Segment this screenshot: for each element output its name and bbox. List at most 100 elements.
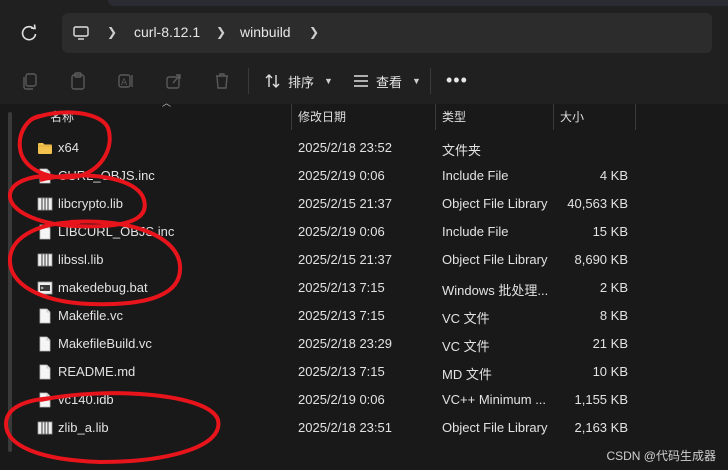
- breadcrumb-winbuild[interactable]: winbuild: [240, 24, 291, 40]
- file-type: Include File: [442, 168, 509, 183]
- file-row[interactable]: x64 2025/2/18 23:52 文件夹: [18, 134, 630, 162]
- file-date: 2025/2/13 7:15: [298, 280, 385, 295]
- column-size[interactable]: 大小: [554, 104, 636, 130]
- toolbar-divider: [248, 68, 249, 94]
- address-bar[interactable]: ❯ curl-8.12.1 ❯ winbuild ❯: [62, 13, 712, 53]
- copy-icon[interactable]: [20, 71, 40, 91]
- file-date: 2025/2/19 0:06: [298, 392, 385, 407]
- library-icon: [37, 196, 53, 212]
- file-name: LIBCURL_OBJS.inc: [58, 224, 175, 239]
- file-name: libssl.lib: [58, 252, 104, 267]
- file-date: 2025/2/18 23:51: [298, 420, 392, 435]
- chevron-right-icon[interactable]: ❯: [216, 25, 226, 39]
- file-date: 2025/2/15 21:37: [298, 252, 392, 267]
- file-type: VC 文件: [442, 339, 490, 354]
- watermark: CSDN @代码生成器: [606, 449, 716, 463]
- folder-icon: [37, 140, 53, 156]
- file-row[interactable]: zlib_a.lib 2025/2/18 23:51 Object File Lib…: [18, 414, 630, 442]
- file-date: 2025/2/13 7:15: [298, 308, 385, 323]
- file-type: Object File Library: [442, 252, 548, 267]
- column-name[interactable]: 名称: [44, 104, 292, 130]
- file-icon: [37, 364, 53, 380]
- this-pc-icon[interactable]: [72, 24, 90, 42]
- rename-icon[interactable]: A: [116, 71, 136, 91]
- file-size: 8 KB: [599, 308, 628, 323]
- chevron-down-icon: ▼: [324, 76, 333, 86]
- chevron-down-icon: ▼: [412, 76, 421, 86]
- file-name: vc140.idb: [58, 392, 114, 407]
- file-size: 21 KB: [592, 336, 628, 351]
- file-name: zlib_a.lib: [58, 420, 109, 435]
- sort-label: 排序: [288, 74, 315, 90]
- share-icon[interactable]: [164, 71, 184, 91]
- file-icon: [37, 392, 53, 408]
- file-type: Windows 批处理...: [442, 283, 549, 298]
- navigation-pane-edge: [8, 112, 12, 452]
- toolbar-divider: [430, 68, 431, 94]
- file-type: VC 文件: [442, 311, 490, 326]
- chevron-right-icon[interactable]: ❯: [309, 25, 319, 39]
- paste-icon[interactable]: [68, 71, 88, 91]
- file-size: 2 KB: [599, 280, 628, 295]
- file-date: 2025/2/19 0:06: [298, 224, 385, 239]
- file-row[interactable]: Makefile.vc 2025/2/13 7:15 VC 文件 8 KB: [18, 302, 630, 330]
- file-date: 2025/2/18 23:29: [298, 336, 392, 351]
- file-name: MakefileBuild.vc: [58, 336, 152, 351]
- file-list: ︿ 名称 修改日期 类型 大小 x64 2025/2/18 23:52 文件夹 CUR…: [0, 98, 728, 470]
- chevron-right-icon[interactable]: ❯: [107, 25, 117, 39]
- file-type: Include File: [442, 224, 509, 239]
- library-icon: [37, 252, 53, 268]
- sort-button[interactable]: 排序 ▼: [264, 70, 333, 92]
- library-icon: [37, 420, 53, 436]
- file-row[interactable]: MakefileBuild.vc 2025/2/18 23:29 VC 文件 21 K…: [18, 330, 630, 358]
- file-row[interactable]: LIBCURL_OBJS.inc 2025/2/19 0:06 Include Fi…: [18, 218, 630, 246]
- file-name: libcrypto.lib: [58, 196, 124, 211]
- view-button[interactable]: 查看 ▼: [352, 70, 421, 92]
- file-type: 文件夹: [442, 143, 482, 158]
- file-icon: [37, 168, 53, 184]
- sort-icon: [265, 74, 280, 88]
- file-row[interactable]: CURL_OBJS.inc 2025/2/19 0:06 Include File 4…: [18, 162, 630, 190]
- file-size: 15 KB: [592, 224, 628, 239]
- svg-text:A: A: [121, 78, 128, 88]
- file-size: 10 KB: [592, 364, 628, 379]
- delete-icon[interactable]: [212, 71, 232, 91]
- more-options-icon[interactable]: •••: [446, 70, 468, 91]
- column-date[interactable]: 修改日期: [292, 104, 436, 130]
- file-size: 4 KB: [599, 168, 628, 183]
- address-bar-row: ❯ curl-8.12.1 ❯ winbuild ❯: [0, 8, 728, 58]
- file-size: 1,155 KB: [574, 392, 629, 407]
- breadcrumb-curl[interactable]: curl-8.12.1: [134, 24, 200, 40]
- file-icon: [37, 224, 53, 240]
- file-name: makedebug.bat: [58, 280, 148, 295]
- column-type[interactable]: 类型: [436, 104, 554, 130]
- file-row[interactable]: vc140.idb 2025/2/19 0:06 VC++ Minimum ... 1…: [18, 386, 630, 414]
- file-row[interactable]: makedebug.bat 2025/2/13 7:15 Windows 批处理..…: [18, 274, 630, 302]
- file-date: 2025/2/15 21:37: [298, 196, 392, 211]
- file-name: CURL_OBJS.inc: [58, 168, 155, 183]
- file-type: VC++ Minimum ...: [442, 392, 547, 407]
- file-row[interactable]: libcrypto.lib 2025/2/15 21:37 Object File …: [18, 190, 630, 218]
- file-date: 2025/2/19 0:06: [298, 168, 385, 183]
- file-icon: [37, 308, 53, 324]
- file-row[interactable]: README.md 2025/2/13 7:15 MD 文件 10 KB: [18, 358, 630, 386]
- tab-strip: [108, 0, 728, 6]
- file-size: 8,690 KB: [574, 252, 629, 267]
- column-header: ︿ 名称 修改日期 类型 大小: [18, 98, 728, 130]
- file-name: x64: [58, 140, 79, 155]
- file-size: 40,563 KB: [567, 196, 628, 211]
- file-icon: [37, 336, 53, 352]
- file-row[interactable]: libssl.lib 2025/2/15 21:37 Object File Lib…: [18, 246, 630, 274]
- file-size: 2,163 KB: [574, 420, 629, 435]
- batch-file-icon: [37, 280, 53, 296]
- refresh-icon[interactable]: [18, 22, 40, 44]
- command-bar: A 排序 ▼ 查看 ▼ •••: [0, 58, 728, 105]
- file-type: MD 文件: [442, 367, 492, 382]
- file-date: 2025/2/18 23:52: [298, 140, 392, 155]
- file-type: Object File Library: [442, 420, 548, 435]
- file-name: README.md: [58, 364, 136, 379]
- view-label: 查看: [376, 74, 403, 90]
- file-type: Object File Library: [442, 196, 548, 211]
- view-icon: [354, 75, 368, 87]
- file-name: Makefile.vc: [58, 308, 124, 323]
